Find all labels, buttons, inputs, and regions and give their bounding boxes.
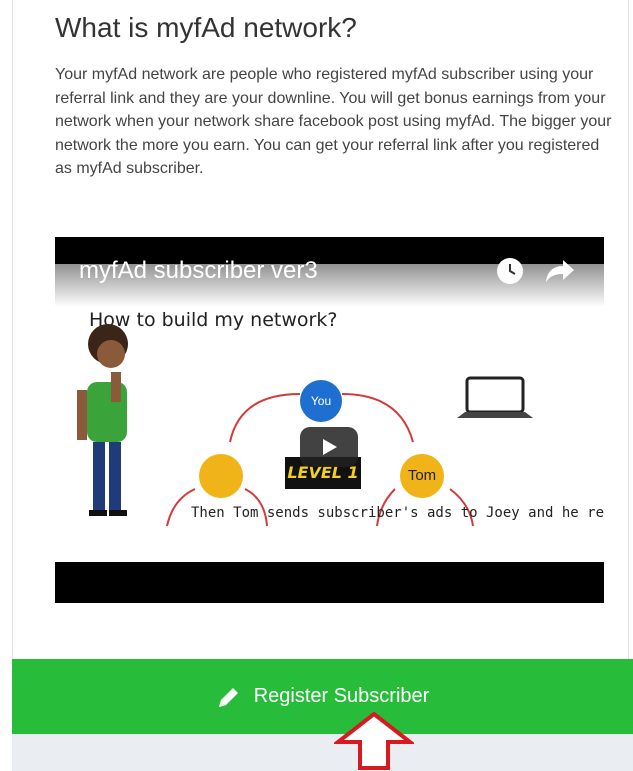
laptop-icon [457, 376, 533, 418]
video-caption: Then Tom sends subscriber's ads to Joey … [191, 505, 604, 521]
play-icon[interactable] [300, 427, 358, 467]
video-embed[interactable]: How to build my network? You Tom LEVEL 1… [55, 237, 604, 603]
content-card: What is myfAd network? Your myfAd networ… [12, 0, 629, 771]
video-frame: How to build my network? You Tom LEVEL 1… [55, 264, 604, 562]
register-subscriber-label: Register Subscriber [253, 685, 430, 707]
clock-icon[interactable] [495, 256, 525, 286]
network-node-tom: Tom [400, 454, 444, 498]
section-title: What is myfAd network? [55, 12, 357, 43]
footer-strip [12, 734, 633, 771]
register-subscriber-button[interactable]: Register Subscriber [12, 659, 633, 734]
red-up-arrow-icon [334, 712, 414, 770]
share-arrow-icon[interactable] [545, 258, 575, 284]
pencil-icon [218, 687, 238, 707]
network-node-you: You [300, 380, 342, 422]
video-title: myfAd subscriber ver3 [79, 257, 318, 284]
section-description: Your myfAd network are people who regist… [55, 66, 612, 177]
network-node-left [199, 454, 243, 498]
